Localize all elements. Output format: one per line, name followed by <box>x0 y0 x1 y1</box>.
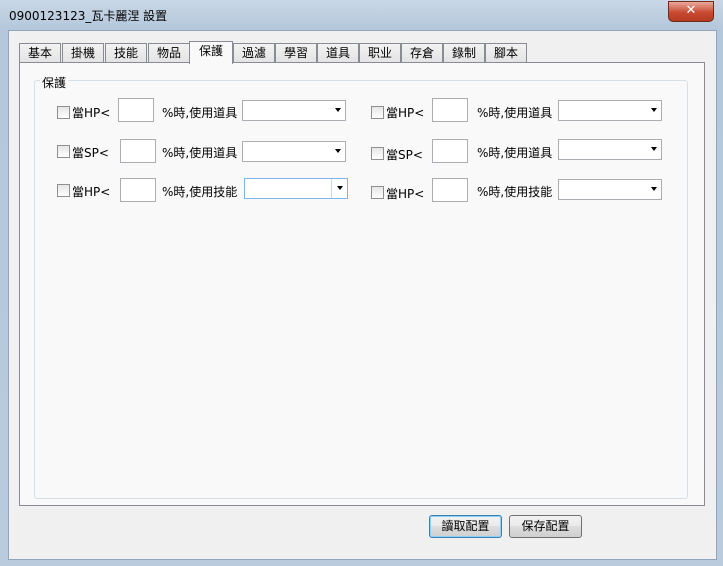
use-skill-label: %時,使用技能 <box>162 185 238 199</box>
tab-skills[interactable]: 技能 <box>105 43 147 63</box>
save-config-label: 保存配置 <box>521 519 570 533</box>
chevron-down-icon <box>651 108 657 112</box>
tab-label: 技能 <box>113 46 138 60</box>
chevron-down-icon <box>651 187 657 191</box>
tab-label: 存倉 <box>409 46 434 60</box>
tab-label: 錄制 <box>451 46 476 60</box>
item-select-2[interactable] <box>558 100 662 121</box>
skill-select-1[interactable] <box>244 178 348 199</box>
item-select-4[interactable] <box>558 139 662 160</box>
tab-storage[interactable]: 存倉 <box>401 43 443 63</box>
load-config-button[interactable]: 讀取配置 <box>429 515 502 538</box>
hp-threshold-label: 當HP< <box>72 185 111 199</box>
title-bar[interactable]: 0900123123_瓦卡麗涅 設置 ✕ <box>0 0 723 30</box>
use-skill-label: %時,使用技能 <box>477 185 553 199</box>
hp-percent-input-1[interactable] <box>118 98 154 122</box>
chevron-down-icon <box>335 149 341 153</box>
tab-learning[interactable]: 學習 <box>275 43 317 63</box>
tab-record[interactable]: 錄制 <box>443 43 485 63</box>
use-item-label: %時,使用道具 <box>477 106 553 120</box>
chevron-down-icon <box>335 108 341 112</box>
tab-items[interactable]: 物品 <box>148 43 190 63</box>
group-title: 保護 <box>40 74 69 91</box>
tab-label: 物品 <box>156 46 181 60</box>
hp-threshold-label: 當HP< <box>386 106 425 120</box>
sp-threshold-label: 當SP< <box>386 148 423 162</box>
hp-skill-checkbox-2[interactable] <box>371 186 384 199</box>
close-button[interactable]: ✕ <box>668 1 714 22</box>
tab-label: 掛機 <box>70 46 95 60</box>
window-title: 0900123123_瓦卡麗涅 設置 <box>9 9 168 23</box>
save-config-button[interactable]: 保存配置 <box>509 515 582 538</box>
tab-label: 基本 <box>27 46 52 60</box>
use-item-label: %時,使用道具 <box>477 146 553 160</box>
tab-afk[interactable]: 掛機 <box>62 43 104 63</box>
item-select-3[interactable] <box>242 141 346 162</box>
sp-threshold-label: 當SP< <box>72 146 109 160</box>
load-config-label: 讀取配置 <box>441 519 490 533</box>
sp-item-checkbox-2[interactable] <box>371 147 384 160</box>
hp-threshold-label: 當HP< <box>72 106 111 120</box>
hp-item-checkbox-1[interactable] <box>57 106 70 119</box>
settings-window: 0900123123_瓦卡麗涅 設置 ✕ 基本 掛機 技能 物品 保護 過濾 學… <box>0 0 723 566</box>
tab-label: 职业 <box>367 46 392 60</box>
tab-props[interactable]: 道具 <box>317 43 359 63</box>
tab-protection[interactable]: 保護 <box>189 41 233 64</box>
sp-percent-input-2[interactable] <box>432 139 468 163</box>
tab-label: 腳本 <box>493 46 518 60</box>
chevron-down-icon <box>651 147 657 151</box>
tab-label: 道具 <box>325 46 350 60</box>
hp-skill-checkbox-1[interactable] <box>57 184 70 197</box>
protection-panel: 保護 當HP< %時,使用道具 當HP< %時,使用道具 當SP< %時,使用道… <box>19 62 705 506</box>
tab-script[interactable]: 腳本 <box>485 43 527 63</box>
use-item-label: %時,使用道具 <box>162 146 238 160</box>
tab-label: 保護 <box>198 44 223 58</box>
hp-skill-percent-input-2[interactable] <box>432 178 468 202</box>
tab-filter[interactable]: 過濾 <box>233 43 275 63</box>
hp-threshold-label: 當HP< <box>386 187 425 201</box>
hp-skill-percent-input-1[interactable] <box>120 178 156 202</box>
hp-percent-input-2[interactable] <box>432 98 468 122</box>
tab-label: 學習 <box>283 46 308 60</box>
use-item-label: %時,使用道具 <box>162 106 238 120</box>
tab-job[interactable]: 职业 <box>359 43 401 63</box>
tab-label: 過濾 <box>241 46 266 60</box>
sp-percent-input-1[interactable] <box>120 139 156 163</box>
hp-item-checkbox-2[interactable] <box>371 106 384 119</box>
skill-select-2[interactable] <box>558 179 662 200</box>
tab-basic[interactable]: 基本 <box>19 43 61 63</box>
chevron-down-icon <box>337 186 343 190</box>
sp-item-checkbox-1[interactable] <box>57 145 70 158</box>
item-select-1[interactable] <box>242 100 346 121</box>
close-icon: ✕ <box>685 3 697 18</box>
